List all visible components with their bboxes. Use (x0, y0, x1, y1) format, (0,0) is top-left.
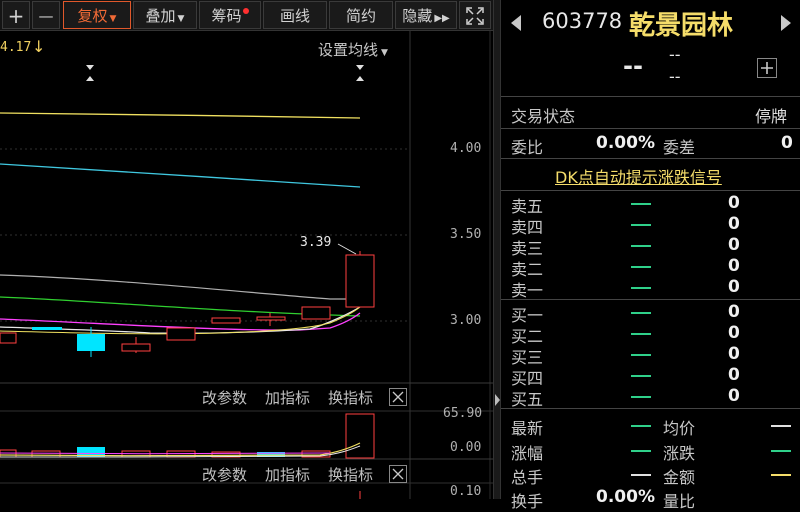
caret-down-icon: ▼ (381, 48, 388, 58)
volume-value (631, 474, 651, 476)
high-price-annotation: 3.39 (300, 235, 332, 250)
status-label: 交易状态 (511, 107, 576, 126)
top-left-value: 4.17 (0, 40, 32, 55)
yincang-label: 隐藏 (402, 7, 433, 25)
fullscreen-button[interactable] (459, 1, 491, 29)
change-pct-value (631, 450, 651, 452)
sub1-add-indicator-button[interactable]: 加指标 (265, 387, 310, 408)
quote-panel: 603778 乾景园林 -- -- -- 交易状态 停牌 委比 0.00% 委差… (500, 0, 800, 511)
change-amt-label: 涨跌 (663, 444, 696, 463)
turnover-label: 换手 (511, 492, 544, 511)
kline-chart[interactable]: ↓ 4.17 设置均线 ▼ 4.00 3.50 3.00 3.39 改参数 加指标… (0, 31, 493, 499)
sell1-price (631, 287, 651, 289)
chouma-label: 筹码 (211, 7, 242, 25)
close-icon (392, 391, 404, 403)
sub1-change-params-button[interactable]: 改参数 (202, 387, 247, 408)
buy5-volume: 0 (728, 386, 740, 406)
set-ma-label: 设置均线 (318, 41, 379, 59)
weicha-label: 委差 (663, 138, 696, 157)
chouma-button[interactable]: 筹码 (199, 1, 261, 29)
sub2-add-indicator-button[interactable]: 加指标 (265, 464, 310, 485)
stock-name: 乾景园林 (629, 11, 734, 41)
sell4-price (631, 224, 651, 226)
amount-value (771, 474, 791, 476)
jianyue-button[interactable]: 简约 (329, 1, 393, 29)
buy2-volume: 0 (728, 323, 740, 343)
close-icon (392, 468, 404, 480)
change-percent: -- (669, 67, 681, 86)
sub2-change-params-button[interactable]: 改参数 (202, 464, 247, 485)
weicha-value: 0 (781, 133, 793, 153)
huaxian-button[interactable]: 画线 (263, 1, 327, 29)
volume-ratio-label: 量比 (663, 492, 696, 511)
volume-label: 总手 (511, 468, 544, 487)
zoom-out-button[interactable]: — (32, 1, 60, 29)
avg-price-label: 均价 (663, 419, 696, 438)
buy3-volume: 0 (728, 344, 740, 364)
notification-dot-icon (242, 8, 249, 14)
sub2-tick: 0.10 (450, 484, 482, 499)
turnover-value: 0.00% (596, 487, 655, 507)
price-tick: 4.00 (450, 141, 482, 156)
updown-arrow-icon (86, 65, 94, 81)
stock-code: 603778 (542, 9, 623, 33)
sell4-volume: 0 (728, 214, 740, 234)
avg-price-value (771, 425, 791, 427)
sell1-label: 卖一 (511, 281, 544, 300)
sell3-volume: 0 (728, 235, 740, 255)
buy1-volume: 0 (728, 302, 740, 322)
price-tick: 3.00 (450, 313, 482, 328)
buy3-price (631, 354, 651, 356)
sell3-price (631, 245, 651, 247)
yincang-button[interactable]: 隐藏 ▶▶ (395, 1, 457, 29)
sell5-price (631, 203, 651, 205)
sub1-tick: 0.00 (450, 440, 482, 455)
latest-value (631, 425, 651, 427)
latest-label: 最新 (511, 419, 544, 438)
sell2-volume: 0 (728, 256, 740, 276)
buy5-price (631, 396, 651, 398)
chart-toolbar: + — 复权 ▼ 叠加 ▼ 筹码 画线 简约 隐藏 ▶▶ (0, 0, 493, 31)
add-watchlist-button[interactable] (757, 58, 777, 78)
fuquan-label: 复权 (77, 7, 108, 25)
sub1-switch-indicator-button[interactable]: 换指标 (328, 387, 373, 408)
double-arrow-right-icon: ▶▶ (434, 13, 450, 24)
buy1-price (631, 312, 651, 314)
sub1-close-button[interactable] (389, 388, 407, 406)
next-stock-icon[interactable] (780, 14, 792, 32)
updown-arrow-icon (356, 65, 364, 81)
down-arrow-icon: ↓ (32, 37, 45, 56)
caret-down-icon: ▼ (109, 14, 117, 24)
change-amt-value (771, 450, 791, 452)
sell2-price (631, 266, 651, 268)
price-tick: 3.50 (450, 227, 482, 242)
current-price: -- (623, 52, 643, 80)
status-value: 停牌 (755, 107, 788, 126)
diejia-label: 叠加 (145, 7, 176, 25)
weibi-label: 委比 (511, 138, 544, 157)
set-ma-button[interactable]: 设置均线 ▼ (318, 39, 388, 60)
fullscreen-icon (466, 7, 484, 25)
fuquan-dropdown[interactable]: 复权 ▼ (63, 1, 131, 29)
buy4-price (631, 375, 651, 377)
change-pct-label: 涨幅 (511, 444, 544, 463)
plus-icon (761, 62, 773, 74)
buy5-label: 买五 (511, 390, 544, 409)
buy4-volume: 0 (728, 365, 740, 385)
change-amount: -- (669, 45, 681, 64)
dk-signal-link[interactable]: DK点自动提示涨跌信号 (555, 164, 722, 188)
diejia-dropdown[interactable]: 叠加 ▼ (133, 1, 197, 29)
caret-down-icon: ▼ (177, 14, 185, 24)
sub2-close-button[interactable] (389, 465, 407, 483)
buy2-price (631, 333, 651, 335)
sell5-volume: 0 (728, 193, 740, 213)
sub1-tick: 65.90 (443, 406, 483, 421)
sell1-volume: 0 (728, 277, 740, 297)
prev-stock-icon[interactable] (510, 14, 522, 32)
zoom-in-button[interactable]: + (2, 1, 30, 29)
sub2-switch-indicator-button[interactable]: 换指标 (328, 464, 373, 485)
weibi-value: 0.00% (596, 133, 655, 153)
amount-label: 金额 (663, 468, 696, 487)
